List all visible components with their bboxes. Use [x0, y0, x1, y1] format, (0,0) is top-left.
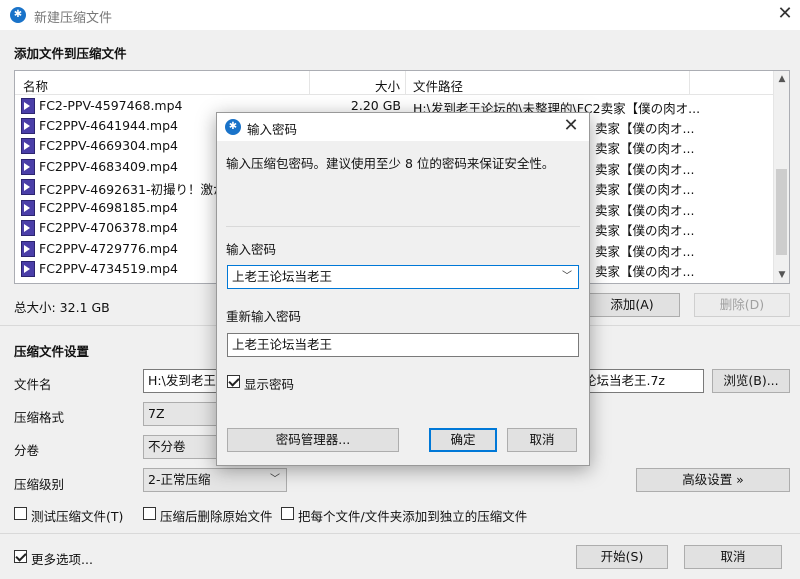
- chevron-down-icon[interactable]: ﹀: [562, 266, 572, 288]
- separate-archives-checkbox[interactable]: [281, 507, 294, 520]
- title-bar: ✱ 新建压缩文件 ✕: [0, 0, 800, 30]
- column-name[interactable]: 名称: [23, 76, 48, 95]
- level-label: 压缩级别: [14, 477, 65, 492]
- dialog-cancel-button[interactable]: 取消: [507, 428, 577, 452]
- mp4-file-icon: [21, 200, 35, 216]
- cancel-button[interactable]: 取消: [684, 545, 782, 569]
- total-size: 总大小: 32.1 GB: [14, 300, 110, 315]
- bandizip-icon: ✱: [10, 7, 26, 23]
- ok-button[interactable]: 确定: [429, 428, 497, 452]
- column-path[interactable]: 文件路径: [413, 76, 463, 95]
- advanced-settings-button[interactable]: 高级设置 »: [636, 468, 790, 492]
- scroll-down-icon[interactable]: ▼: [774, 267, 789, 283]
- window-close-icon[interactable]: ✕: [774, 3, 796, 25]
- separate-archives-label[interactable]: 把每个文件/文件夹添加到独立的压缩文件: [298, 506, 527, 525]
- confirm-password-input[interactable]: 上老王论坛当老王: [227, 333, 579, 357]
- file-list-scrollbar[interactable]: ▲ ▼: [773, 71, 789, 283]
- show-password-checkbox[interactable]: [227, 375, 240, 388]
- dialog-title: 输入密码: [247, 122, 298, 137]
- dialog-title-bar: ✱ 输入密码 ✕: [217, 113, 589, 141]
- chevron-down-icon: ﹀: [270, 474, 280, 485]
- delete-original-label[interactable]: 压缩后删除原始文件: [160, 506, 273, 525]
- filename-input-tail[interactable]: 论坛当老王.7z: [580, 369, 704, 393]
- password-input[interactable]: 上老王论坛当老王 ﹀: [227, 265, 579, 289]
- browse-button[interactable]: 浏览(B)...: [712, 369, 790, 393]
- start-button[interactable]: 开始(S): [576, 545, 668, 569]
- mp4-file-icon: [21, 98, 35, 114]
- format-select[interactable]: 7Z: [143, 402, 217, 426]
- window-title: 新建压缩文件: [34, 11, 113, 26]
- mp4-file-icon: [21, 220, 35, 236]
- column-size[interactable]: 大小: [375, 76, 400, 95]
- mp4-file-icon: [21, 261, 35, 277]
- split-label: 分卷: [14, 443, 40, 458]
- bandizip-icon: ✱: [225, 119, 241, 135]
- mp4-file-icon: [21, 159, 35, 175]
- dialog-close-icon[interactable]: ✕: [561, 115, 581, 137]
- password-manager-button[interactable]: 密码管理器...: [227, 428, 399, 452]
- mp4-file-icon: [21, 179, 35, 195]
- confirm-password-label: 重新输入密码: [226, 309, 302, 324]
- scroll-up-icon[interactable]: ▲: [774, 71, 789, 87]
- test-archive-label[interactable]: 测试压缩文件(T): [31, 506, 123, 525]
- delete-button[interactable]: 删除(D): [694, 293, 790, 317]
- more-options-label[interactable]: 更多选项...: [31, 549, 93, 568]
- files-section-heading: 添加文件到压缩文件: [14, 46, 127, 61]
- show-password-label[interactable]: 显示密码: [244, 374, 294, 393]
- scroll-thumb[interactable]: [776, 169, 787, 255]
- format-label: 压缩格式: [14, 410, 65, 425]
- mp4-file-icon: [21, 241, 35, 257]
- delete-original-checkbox[interactable]: [143, 507, 156, 520]
- dialog-description: 输入压缩包密码。建议使用至少 8 位的密码来保证安全性。: [226, 156, 555, 171]
- mp4-file-icon: [21, 118, 35, 134]
- level-select[interactable]: 2-正常压缩 ﹀: [143, 468, 287, 492]
- filename-label: 文件名: [14, 377, 52, 392]
- test-archive-checkbox[interactable]: [14, 507, 27, 520]
- file-list-header: 名称 大小 文件路径: [15, 71, 775, 95]
- more-options-checkbox[interactable]: [14, 550, 27, 563]
- add-button[interactable]: 添加(A): [584, 293, 680, 317]
- password-label: 输入密码: [226, 242, 277, 257]
- mp4-file-icon: [21, 138, 35, 154]
- settings-heading: 压缩文件设置: [14, 344, 90, 359]
- password-dialog: ✱ 输入密码 ✕ 输入压缩包密码。建议使用至少 8 位的密码来保证安全性。 输入…: [216, 112, 590, 466]
- split-select[interactable]: 不分卷: [143, 435, 217, 459]
